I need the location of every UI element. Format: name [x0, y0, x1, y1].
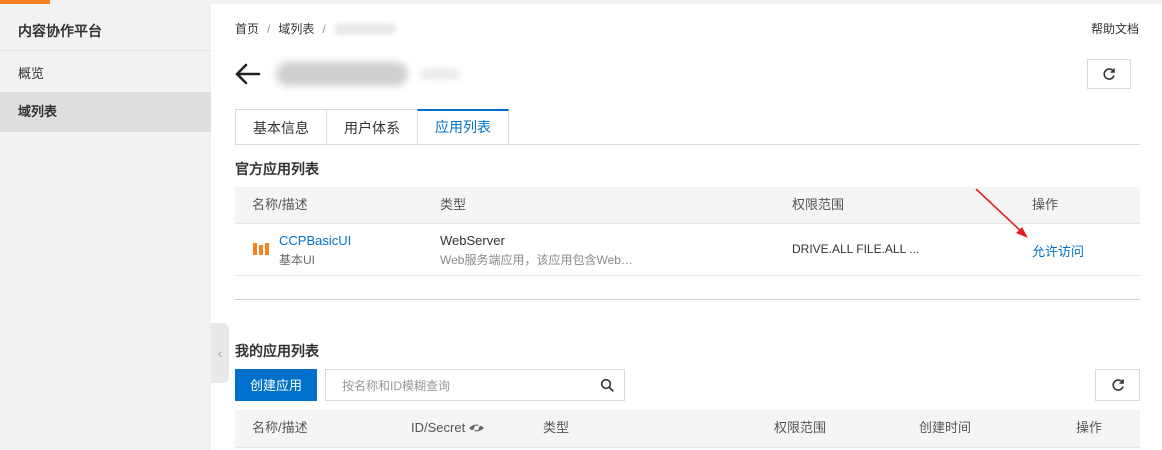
page-title-blurred [276, 62, 408, 86]
breadcrumb-separator: / [267, 21, 271, 36]
column-header-type: 类型 [543, 420, 570, 435]
section-divider [235, 299, 1140, 300]
sidebar-collapse-handle[interactable]: ‹ [211, 323, 229, 383]
sidebar-item-overview[interactable]: 概览 [0, 54, 211, 94]
tab-bar: 基本信息 用户体系 应用列表 [235, 109, 509, 144]
refresh-button[interactable] [1087, 59, 1131, 89]
annotation-arrow [975, 188, 1028, 238]
tabs-underline [235, 144, 1140, 145]
refresh-icon [1103, 68, 1115, 80]
my-apps-refresh-button[interactable] [1095, 369, 1140, 401]
breadcrumb-home[interactable]: 首页 [235, 20, 259, 37]
page-subtitle-blurred [420, 68, 460, 80]
tab-basic-info[interactable]: 基本信息 [235, 109, 327, 144]
app-name-link[interactable]: CCPBasicUI [279, 233, 351, 248]
search-box [325, 369, 625, 402]
my-apps-table-header: 名称/描述 ID/Secret 类型 权限范围 创建时间 操作 [235, 410, 1140, 448]
tab-user-system[interactable]: 用户体系 [326, 109, 418, 144]
app-bars-icon [253, 243, 271, 255]
create-app-button[interactable]: 创建应用 [235, 369, 317, 401]
column-header-name: 名称/描述 [252, 197, 308, 212]
breadcrumb-current-blurred [333, 22, 396, 35]
column-header-scope: 权限范围 [792, 197, 845, 212]
sidebar-divider [0, 50, 211, 51]
app-permission-scope: DRIVE.ALL FILE.ALL ... [792, 242, 920, 256]
chevron-left-icon: ‹ [217, 345, 223, 361]
sidebar-title: 内容协作平台 [18, 23, 102, 39]
column-header-created-time: 创建时间 [919, 420, 972, 435]
official-apps-title: 官方应用列表 [235, 161, 319, 177]
column-header-id-secret: ID/Secret [411, 420, 466, 435]
refresh-icon [1111, 379, 1124, 391]
back-arrow-icon[interactable] [233, 60, 263, 88]
breadcrumb-separator: / [322, 21, 326, 36]
breadcrumb-domain-list[interactable]: 域列表 [278, 20, 314, 37]
column-header-scope: 权限范围 [774, 420, 827, 435]
eye-hidden-icon[interactable] [468, 422, 485, 434]
app-type: WebServer [440, 233, 505, 248]
sidebar-item-domain-list[interactable]: 域列表 [0, 92, 211, 132]
search-input[interactable] [326, 370, 604, 402]
help-docs-link[interactable]: 帮助文档 [1091, 20, 1139, 37]
my-apps-title: 我的应用列表 [235, 343, 319, 359]
column-header-type: 类型 [440, 197, 467, 212]
search-icon[interactable] [600, 378, 614, 392]
app-type-description: Web服务端应用，该应用包含Web… [440, 253, 633, 267]
breadcrumb: 首页 / 域列表 / [235, 20, 396, 37]
tab-app-list[interactable]: 应用列表 [417, 109, 509, 144]
column-header-actions: 操作 [1076, 420, 1103, 435]
column-header-name: 名称/描述 [252, 420, 308, 435]
app-description: 基本UI [279, 253, 316, 267]
sidebar: 内容协作平台 概览 域列表 [0, 4, 211, 450]
